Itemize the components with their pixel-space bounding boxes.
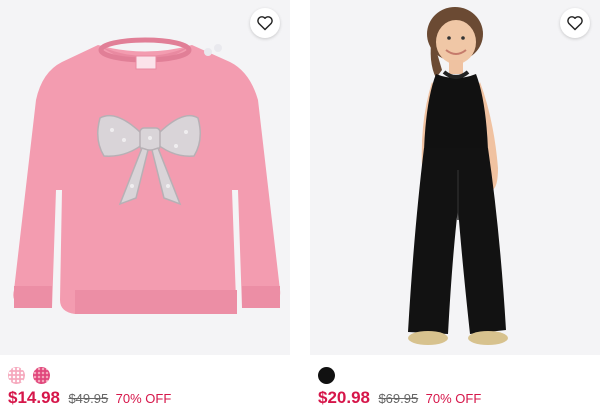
product-image[interactable]	[310, 0, 600, 355]
color-swatches	[318, 367, 335, 384]
sale-price: $20.98	[318, 388, 370, 407]
product-image[interactable]	[0, 0, 290, 355]
sweater-illustration	[13, 37, 281, 314]
discount-label: 70% OFF	[115, 391, 172, 406]
favorite-heart-icon[interactable]	[250, 8, 280, 38]
original-price: $49.95	[68, 391, 109, 406]
product-card[interactable]: $20.98 $69.95 70% OFF	[310, 0, 600, 414]
sale-price: $14.98	[8, 388, 60, 407]
discount-label: 70% OFF	[425, 391, 482, 406]
color-swatch-black[interactable]	[318, 367, 335, 384]
color-swatch-dark-pink[interactable]	[33, 367, 50, 384]
price-row: $20.98 $69.95 70% OFF	[318, 388, 481, 408]
original-price: $69.95	[378, 391, 419, 406]
jumpsuit-illustration	[408, 7, 508, 345]
product-card[interactable]: $14.98 $49.95 70% OFF	[0, 0, 290, 414]
color-swatches	[8, 367, 50, 384]
favorite-heart-icon[interactable]	[560, 8, 590, 38]
color-swatch-light-pink[interactable]	[8, 367, 25, 384]
price-row: $14.98 $49.95 70% OFF	[8, 388, 171, 408]
